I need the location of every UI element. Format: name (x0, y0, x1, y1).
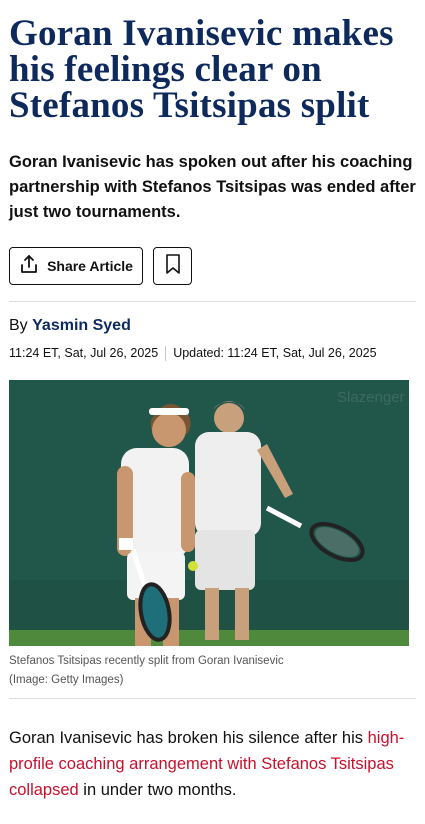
article-headline: Goran Ivanisevic makes his feelings clea… (9, 13, 394, 126)
divider (9, 698, 416, 699)
bookmark-button[interactable] (153, 247, 192, 285)
article-actions: Share Article (9, 247, 416, 285)
photo-caption: Stefanos Tsitsipas recently split from G… (9, 652, 416, 690)
article-page: Goran Ivanisevic makes his feelings clea… (0, 0, 425, 803)
bookmark-icon (165, 253, 181, 280)
body-outro: in under two months. (78, 781, 237, 799)
article-standfirst: Goran Ivanisevic has spoken out after hi… (9, 153, 416, 221)
published-date: 11:24 ET, Sat, Jul 26, 2025 (9, 346, 159, 360)
share-icon (19, 254, 39, 279)
article-dates: 11:24 ET, Sat, Jul 26, 2025 Updated: 11:… (9, 345, 416, 361)
date-separator (165, 345, 167, 361)
updated-date: Updated: 11:24 ET, Sat, Jul 26, 2025 (173, 346, 377, 360)
author-link[interactable]: Yasmin Syed (32, 317, 131, 334)
article-body-paragraph: Goran Ivanisevic has broken his silence … (9, 725, 416, 803)
caption-credit: (Image: Getty Images) (9, 674, 124, 686)
share-article-button[interactable]: Share Article (9, 247, 143, 285)
byline: By Yasmin Syed (9, 316, 416, 336)
article-photo: Slazenger (9, 380, 409, 646)
byline-prefix: By (9, 317, 28, 334)
photo-watermark: Slazenger (337, 389, 405, 406)
divider (9, 301, 416, 302)
caption-text: Stefanos Tsitsipas recently split from G… (9, 655, 284, 667)
share-article-label: Share Article (47, 258, 133, 274)
body-intro: Goran Ivanisevic has broken his silence … (9, 729, 364, 747)
